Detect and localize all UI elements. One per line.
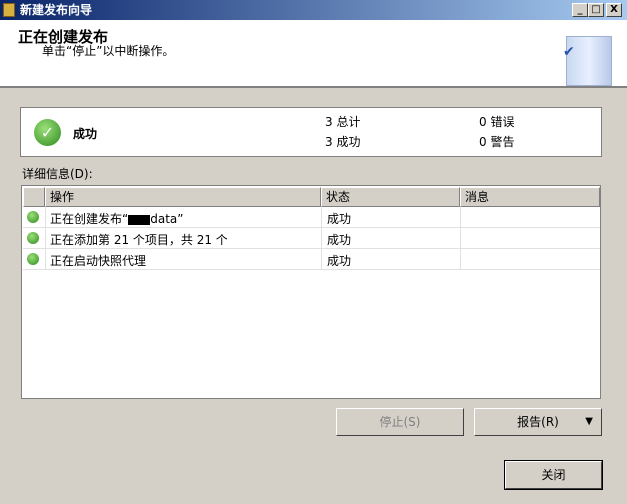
wizard-app-icon bbox=[3, 3, 15, 17]
stop-button[interactable]: 停止(S) bbox=[336, 408, 464, 436]
dropdown-arrow-icon: ▼ bbox=[585, 416, 593, 427]
warning-count: 0 警告 bbox=[479, 135, 515, 149]
report-label: 报告(R) bbox=[517, 415, 559, 429]
column-header-status[interactable]: 状态 bbox=[321, 187, 460, 207]
maximize-button[interactable]: □ bbox=[588, 3, 604, 17]
page-subtitle: 单击“停止”以中断操作。 bbox=[42, 44, 175, 58]
row-status: 成功 bbox=[327, 233, 352, 247]
column-header-icon bbox=[23, 187, 45, 207]
column-header-action[interactable]: 操作 bbox=[45, 187, 321, 207]
success-icon bbox=[27, 232, 39, 244]
action-text: data” bbox=[150, 212, 184, 226]
table-row[interactable]: 正在添加第 21 个项目，共 21 个 成功 bbox=[23, 228, 600, 249]
wizard-header: 正在创建发布 单击“停止”以中断操作。 ✔ bbox=[0, 20, 627, 88]
table-row[interactable]: 正在创建发布“ data” 成功 bbox=[23, 207, 600, 228]
column-header-message[interactable]: 消息 bbox=[460, 187, 600, 207]
title-bar: 新建发布向导 _ □ X bbox=[0, 0, 627, 20]
redacted-text bbox=[128, 214, 151, 225]
details-label: 详细信息(D): bbox=[22, 167, 93, 181]
summary-status: 成功 bbox=[73, 127, 98, 141]
row-status: 成功 bbox=[327, 212, 352, 226]
action-text: 正在创建发布“ bbox=[50, 212, 129, 226]
close-button[interactable]: 关闭 bbox=[504, 460, 603, 490]
row-action: 正在创建发布“ data” bbox=[50, 210, 183, 227]
summary-panel: ✓ 成功 3 总计 3 成功 0 错误 0 警告 bbox=[20, 107, 602, 157]
success-icon bbox=[27, 253, 39, 265]
success-icon bbox=[27, 211, 39, 223]
report-button[interactable]: 报告(R) ▼ bbox=[474, 408, 602, 436]
close-window-button[interactable]: X bbox=[606, 3, 622, 17]
table-row[interactable]: 正在启动快照代理 成功 bbox=[23, 249, 600, 270]
error-count: 0 错误 bbox=[479, 115, 515, 129]
row-status: 成功 bbox=[327, 254, 352, 268]
row-action: 正在添加第 21 个项目，共 21 个 bbox=[50, 233, 228, 247]
details-grid[interactable]: 操作 状态 消息 正在创建发布“ data” 成功 正在添加第 21 个项目，共 … bbox=[21, 185, 601, 399]
checkmark-icon: ✔ bbox=[563, 44, 575, 60]
window-title: 新建发布向导 bbox=[20, 3, 93, 17]
success-icon: ✓ bbox=[34, 119, 61, 146]
row-action: 正在启动快照代理 bbox=[50, 254, 147, 268]
total-count: 3 总计 bbox=[325, 115, 361, 129]
success-count: 3 成功 bbox=[325, 135, 361, 149]
minimize-button[interactable]: _ bbox=[572, 3, 588, 17]
